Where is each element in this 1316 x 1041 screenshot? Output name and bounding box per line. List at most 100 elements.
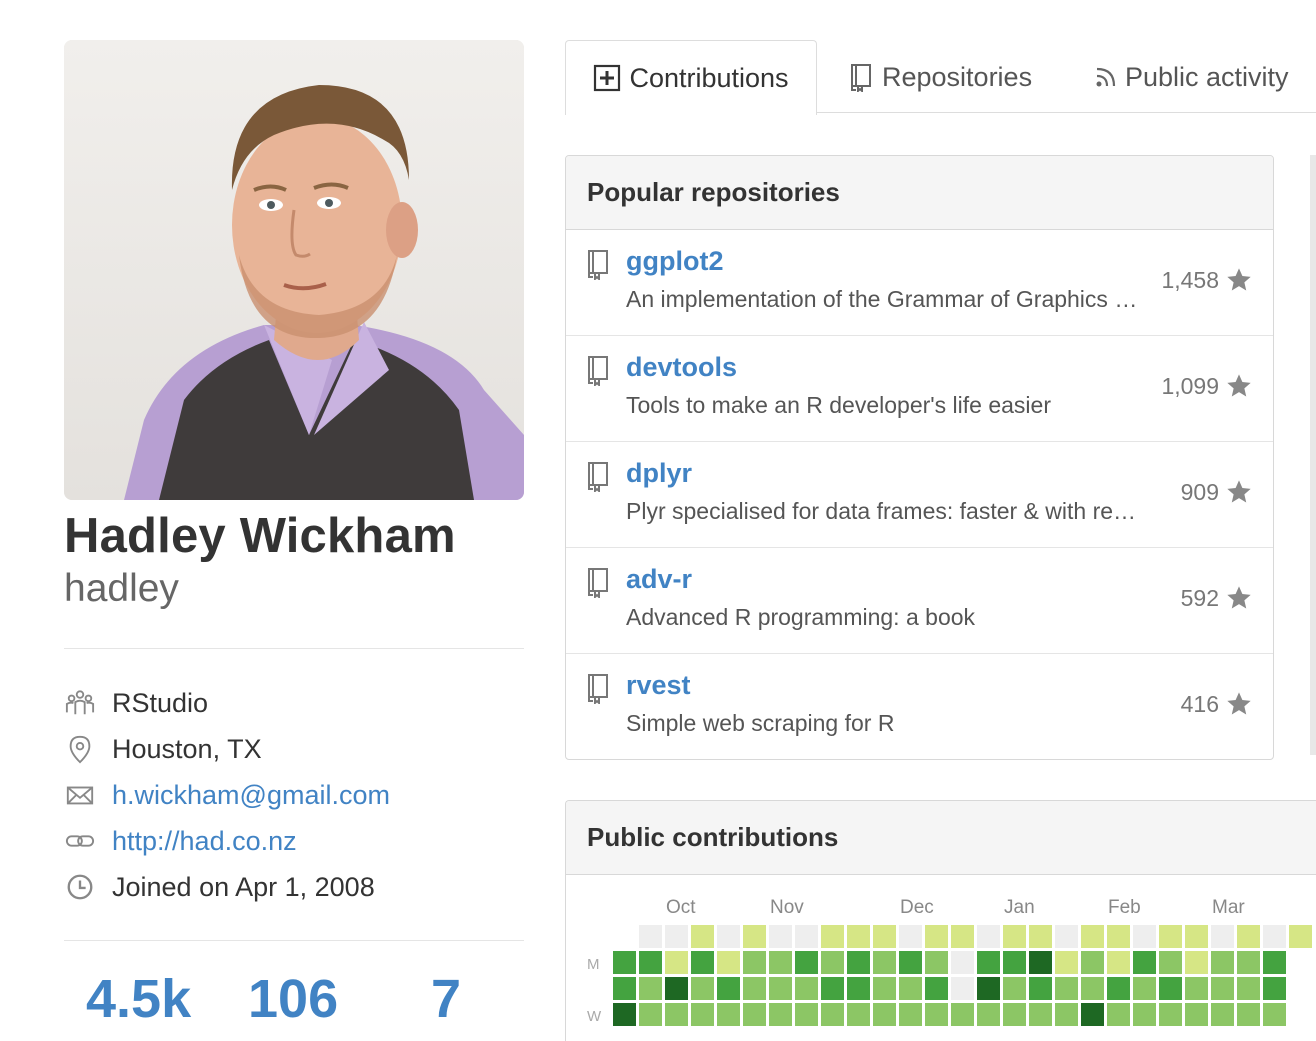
- calendar-day-cell[interactable]: [1055, 925, 1078, 948]
- calendar-day-cell[interactable]: [1003, 977, 1026, 1000]
- calendar-day-cell[interactable]: [951, 1003, 974, 1026]
- calendar-day-cell[interactable]: [691, 951, 714, 974]
- calendar-day-cell[interactable]: [769, 977, 792, 1000]
- calendar-day-cell[interactable]: [899, 925, 922, 948]
- calendar-day-cell[interactable]: [1029, 1003, 1052, 1026]
- calendar-day-cell[interactable]: [1003, 1003, 1026, 1026]
- calendar-day-cell[interactable]: [1185, 1003, 1208, 1026]
- website-link[interactable]: http://had.co.nz: [112, 826, 297, 857]
- calendar-day-cell[interactable]: [1107, 1003, 1130, 1026]
- calendar-day-cell[interactable]: [925, 977, 948, 1000]
- calendar-day-cell[interactable]: [1107, 925, 1130, 948]
- calendar-day-cell[interactable]: [1185, 951, 1208, 974]
- calendar-day-cell[interactable]: [1133, 977, 1156, 1000]
- calendar-day-cell[interactable]: [1211, 977, 1234, 1000]
- repo-item[interactable]: adv-r Advanced R programming: a book 592: [566, 548, 1273, 654]
- tab-contributions[interactable]: Contributions: [565, 40, 817, 115]
- calendar-day-cell[interactable]: [1081, 1003, 1104, 1026]
- calendar-day-cell[interactable]: [821, 951, 844, 974]
- calendar-day-cell[interactable]: [691, 1003, 714, 1026]
- calendar-day-cell[interactable]: [769, 951, 792, 974]
- calendar-day-cell[interactable]: [613, 951, 636, 974]
- calendar-day-cell[interactable]: [925, 925, 948, 948]
- calendar-day-cell[interactable]: [691, 925, 714, 948]
- calendar-day-cell[interactable]: [639, 1003, 662, 1026]
- calendar-day-cell[interactable]: [847, 925, 870, 948]
- calendar-day-cell[interactable]: [1081, 925, 1104, 948]
- calendar-day-cell[interactable]: [1263, 1003, 1286, 1026]
- calendar-day-cell[interactable]: [1159, 977, 1182, 1000]
- calendar-day-cell[interactable]: [639, 977, 662, 1000]
- email-link[interactable]: h.wickham@gmail.com: [112, 780, 390, 811]
- calendar-day-cell[interactable]: [821, 977, 844, 1000]
- calendar-day-cell[interactable]: [873, 951, 896, 974]
- calendar-day-cell[interactable]: [795, 1003, 818, 1026]
- calendar-day-cell[interactable]: [1211, 925, 1234, 948]
- calendar-day-cell[interactable]: [951, 977, 974, 1000]
- calendar-day-cell[interactable]: [847, 977, 870, 1000]
- calendar-day-cell[interactable]: [1237, 1003, 1260, 1026]
- calendar-day-cell[interactable]: [821, 925, 844, 948]
- calendar-day-cell[interactable]: [1133, 1003, 1156, 1026]
- calendar-day-cell[interactable]: [1237, 951, 1260, 974]
- calendar-day-cell[interactable]: [769, 925, 792, 948]
- calendar-day-cell[interactable]: [717, 925, 740, 948]
- tab-public-activity[interactable]: Public activity: [1095, 40, 1289, 114]
- calendar-day-cell[interactable]: [1159, 951, 1182, 974]
- repo-item[interactable]: rvest Simple web scraping for R 416: [566, 654, 1273, 759]
- calendar-day-cell[interactable]: [1237, 977, 1260, 1000]
- calendar-day-cell[interactable]: [925, 951, 948, 974]
- calendar-day-cell[interactable]: [1237, 925, 1260, 948]
- repo-name-link[interactable]: rvest: [626, 670, 691, 701]
- repo-item[interactable]: ggplot2 An implementation of the Grammar…: [566, 230, 1273, 336]
- calendar-day-cell[interactable]: [951, 951, 974, 974]
- calendar-day-cell[interactable]: [795, 925, 818, 948]
- calendar-day-cell[interactable]: [977, 925, 1000, 948]
- calendar-day-cell[interactable]: [665, 925, 688, 948]
- repo-name-link[interactable]: ggplot2: [626, 246, 723, 277]
- calendar-day-cell[interactable]: [925, 1003, 948, 1026]
- calendar-day-cell[interactable]: [1185, 977, 1208, 1000]
- calendar-day-cell[interactable]: [795, 951, 818, 974]
- calendar-day-cell[interactable]: [951, 925, 974, 948]
- calendar-day-cell[interactable]: [743, 951, 766, 974]
- calendar-day-cell[interactable]: [1029, 951, 1052, 974]
- calendar-day-cell[interactable]: [977, 977, 1000, 1000]
- calendar-day-cell[interactable]: [1263, 925, 1286, 948]
- tab-repositories[interactable]: Repositories: [848, 40, 1032, 114]
- calendar-day-cell[interactable]: [847, 1003, 870, 1026]
- calendar-day-cell[interactable]: [821, 1003, 844, 1026]
- calendar-day-cell[interactable]: [717, 977, 740, 1000]
- calendar-day-cell[interactable]: [899, 951, 922, 974]
- calendar-day-cell[interactable]: [769, 1003, 792, 1026]
- calendar-day-cell[interactable]: [1107, 977, 1130, 1000]
- followers-count[interactable]: 4.5k: [86, 968, 191, 1030]
- calendar-day-cell[interactable]: [1263, 951, 1286, 974]
- calendar-day-cell[interactable]: [717, 1003, 740, 1026]
- calendar-day-cell[interactable]: [977, 951, 1000, 974]
- calendar-day-cell[interactable]: [1055, 951, 1078, 974]
- calendar-day-cell[interactable]: [1133, 951, 1156, 974]
- calendar-day-cell[interactable]: [1029, 977, 1052, 1000]
- calendar-day-cell[interactable]: [899, 1003, 922, 1026]
- calendar-day-cell[interactable]: [1263, 977, 1286, 1000]
- repo-name-link[interactable]: adv-r: [626, 564, 692, 595]
- repo-name-link[interactable]: dplyr: [626, 458, 692, 489]
- calendar-day-cell[interactable]: [691, 977, 714, 1000]
- calendar-day-cell[interactable]: [977, 1003, 1000, 1026]
- calendar-day-cell[interactable]: [795, 977, 818, 1000]
- calendar-day-cell[interactable]: [899, 977, 922, 1000]
- calendar-day-cell[interactable]: [1055, 1003, 1078, 1026]
- calendar-day-cell[interactable]: [1055, 977, 1078, 1000]
- calendar-day-cell[interactable]: [1159, 925, 1182, 948]
- calendar-day-cell[interactable]: [1107, 951, 1130, 974]
- calendar-day-cell[interactable]: [1029, 925, 1052, 948]
- repo-item[interactable]: devtools Tools to make an R developer's …: [566, 336, 1273, 442]
- calendar-day-cell[interactable]: [665, 977, 688, 1000]
- calendar-day-cell[interactable]: [665, 951, 688, 974]
- following-count[interactable]: 7: [431, 968, 461, 1030]
- calendar-day-cell[interactable]: [665, 1003, 688, 1026]
- calendar-day-cell[interactable]: [1185, 925, 1208, 948]
- calendar-day-cell[interactable]: [613, 1003, 636, 1026]
- calendar-day-cell[interactable]: [639, 925, 662, 948]
